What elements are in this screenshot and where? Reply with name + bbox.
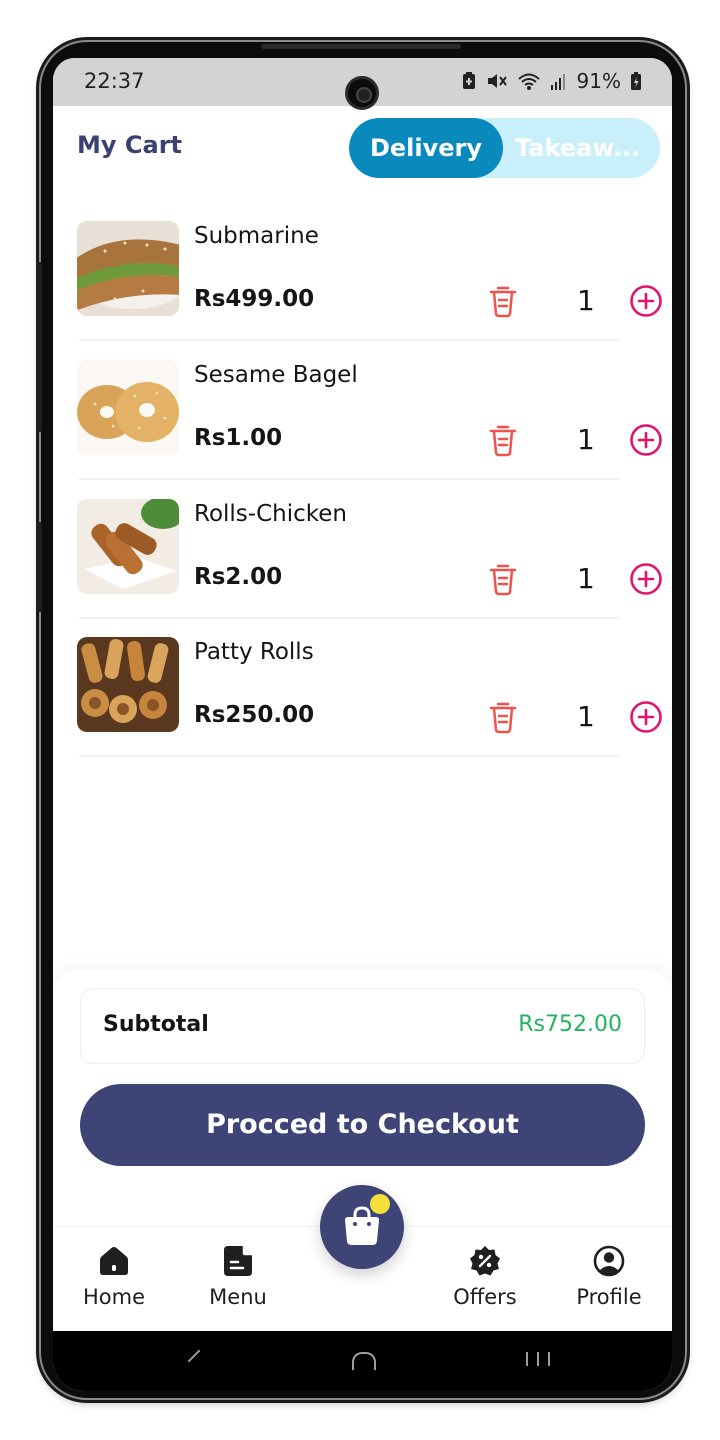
item-quantity: 1: [577, 700, 595, 733]
trash-icon[interactable]: [487, 423, 519, 457]
profile-icon: [593, 1245, 625, 1277]
status-bar: 22:37 91%: [53, 58, 672, 110]
item-quantity: 1: [577, 562, 595, 595]
system-nav-bar: [53, 1331, 672, 1391]
mute-icon: [487, 74, 507, 88]
front-camera: [345, 76, 379, 110]
home-icon: [100, 1247, 128, 1275]
item-quantity: 1: [577, 284, 595, 317]
cart-item: Patty Rolls Rs250.00 1: [77, 637, 662, 775]
subtotal-value: Rs752.00: [518, 1012, 622, 1037]
battery-saver-icon: [462, 72, 475, 89]
recents-icon[interactable]: [526, 1352, 550, 1366]
item-price: Rs1.00: [194, 425, 283, 451]
item-divider: [79, 478, 619, 480]
volume-button: [36, 262, 42, 432]
plus-circle-icon[interactable]: [629, 423, 663, 457]
item-quantity: 1: [577, 423, 595, 456]
nav-item-profile[interactable]: Profile: [559, 1245, 659, 1309]
item-divider: [79, 617, 619, 619]
cart-item: Submarine Rs499.00 1: [77, 221, 662, 359]
trash-icon[interactable]: [487, 562, 519, 596]
status-icons: 91%: [461, 69, 642, 93]
checkout-button[interactable]: Procced to Checkout: [80, 1084, 645, 1166]
item-divider: [79, 755, 619, 757]
item-image-submarine: [77, 221, 179, 316]
earpiece-speaker: [261, 44, 461, 49]
item-name: Sesame Bagel: [194, 362, 358, 388]
signal-icon: [550, 74, 565, 90]
nav-label-home: Home: [82, 1285, 145, 1309]
cart-item: Sesame Bagel Rs1.00 1: [77, 360, 662, 498]
nav-label-menu: Menu: [209, 1285, 267, 1309]
item-name: Patty Rolls: [194, 639, 314, 665]
back-icon[interactable]: [187, 1349, 201, 1363]
item-image-sesame-bagel: [77, 360, 179, 455]
plus-circle-icon[interactable]: [629, 284, 663, 318]
plus-circle-icon[interactable]: [629, 562, 663, 596]
item-price: Rs499.00: [194, 286, 315, 312]
nav-item-offers[interactable]: Offers: [435, 1245, 535, 1309]
home-button-icon[interactable]: [352, 1352, 376, 1370]
nav-label-profile: Profile: [576, 1285, 642, 1309]
app-screen: 22:37 91% My Cart Takeaw... Delivery Sub…: [53, 58, 672, 1391]
battery-charging-icon: [631, 72, 641, 90]
trash-icon[interactable]: [487, 700, 519, 734]
battery-percent: 91%: [576, 69, 621, 93]
nav-label-offers: Offers: [453, 1285, 517, 1309]
trash-icon[interactable]: [487, 284, 519, 318]
nav-item-menu[interactable]: Menu: [188, 1245, 288, 1309]
nav-item-home[interactable]: Home: [64, 1245, 164, 1309]
item-name: Submarine: [194, 223, 319, 249]
status-time: 22:37: [84, 69, 145, 93]
item-name: Rolls-Chicken: [194, 501, 347, 527]
wifi-icon: [517, 73, 540, 90]
item-image-patty-rolls: [77, 637, 179, 732]
cart-fab-button[interactable]: [320, 1185, 404, 1269]
item-price: Rs2.00: [194, 564, 283, 590]
cart-badge-dot: [370, 1194, 390, 1214]
item-price: Rs250.00: [194, 702, 315, 728]
takeaway-option[interactable]: Takeaw...: [515, 118, 651, 178]
page-title: My Cart: [77, 131, 182, 159]
subtotal-label: Subtotal: [103, 1012, 209, 1037]
item-divider: [79, 339, 619, 341]
subtotal-card: Subtotal Rs752.00: [80, 988, 645, 1064]
order-type-toggle[interactable]: Takeaw... Delivery: [349, 118, 660, 178]
cart-item: Rolls-Chicken Rs2.00 1: [77, 499, 662, 637]
plus-circle-icon[interactable]: [629, 700, 663, 734]
item-image-rolls-chicken: [77, 499, 179, 594]
power-button: [36, 522, 42, 612]
menu-icon: [224, 1246, 252, 1276]
delivery-option[interactable]: Delivery: [349, 118, 503, 178]
offers-icon: [470, 1246, 500, 1276]
